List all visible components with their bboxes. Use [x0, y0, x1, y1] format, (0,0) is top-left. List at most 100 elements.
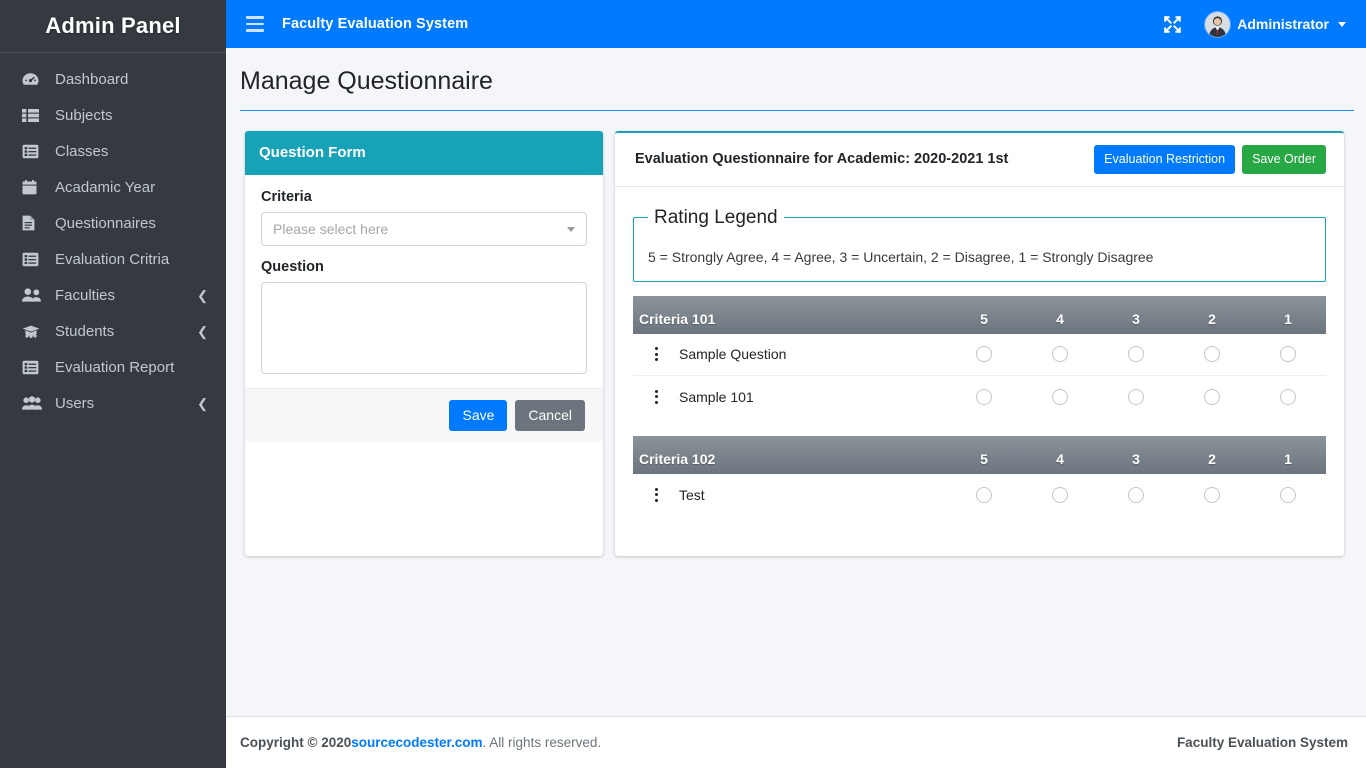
sidebar-item-users[interactable]: Users ❮ — [0, 385, 226, 421]
rating-radio[interactable] — [976, 346, 992, 363]
criteria-block: Criteria 102 5 4 3 2 1 Test — [633, 435, 1326, 516]
question-row: Sample Question — [633, 334, 1326, 376]
rating-cell[interactable] — [1098, 388, 1174, 405]
rating-column-header: 4 — [1056, 450, 1064, 467]
brand-title: Admin Panel — [45, 13, 181, 38]
chevron-left-icon: ❮ — [197, 395, 208, 411]
rating-radio[interactable] — [976, 388, 992, 405]
rating-radio[interactable] — [1204, 486, 1220, 503]
sidebar-item-classes[interactable]: Classes — [0, 133, 226, 169]
rating-cell[interactable] — [1022, 388, 1098, 405]
save-order-button[interactable]: Save Order — [1242, 145, 1326, 174]
chevron-left-icon: ❮ — [197, 287, 208, 303]
cancel-button[interactable]: Cancel — [515, 400, 585, 431]
criteria-label: Criteria — [261, 189, 312, 205]
question-row: Sample 101 — [633, 376, 1326, 418]
rating-radio[interactable] — [1280, 346, 1296, 363]
rating-radio[interactable] — [1128, 346, 1144, 363]
questionnaire-card: Evaluation Questionnaire for Academic: 2… — [615, 131, 1344, 556]
sidebar-item-label: Dashboard — [55, 70, 129, 88]
rating-column-header: 4 — [1056, 310, 1064, 327]
rating-cell[interactable] — [1250, 346, 1326, 363]
app-root: Admin Panel Dashboard Subjects Classes Acad… — [0, 0, 1366, 768]
rating-cell[interactable] — [1174, 486, 1250, 503]
page-title: Manage Questionnaire — [240, 67, 493, 95]
fullscreen-icon[interactable] — [1155, 7, 1189, 41]
criteria-select-placeholder: Please select here — [273, 221, 389, 237]
sidebar-nav: Dashboard Subjects Classes Acadamic Year Que… — [0, 53, 226, 421]
rating-column-header: 1 — [1284, 450, 1292, 467]
copyright-suffix: . All rights reserved. — [482, 735, 602, 750]
rating-radio[interactable] — [976, 486, 992, 503]
question-text: Sample 101 — [679, 388, 754, 405]
save-button[interactable]: Save — [449, 400, 508, 431]
criteria-name: Criteria 101 — [639, 310, 716, 327]
rating-cell[interactable] — [1098, 346, 1174, 363]
rating-radio[interactable] — [1128, 486, 1144, 503]
rating-column-header: 5 — [980, 450, 988, 467]
sidebar-item-faculties[interactable]: Faculties ❮ — [0, 277, 226, 313]
tachometer-icon — [22, 71, 44, 87]
rating-column-header: 5 — [980, 310, 988, 327]
evaluation-restriction-button[interactable]: Evaluation Restriction — [1094, 145, 1236, 174]
rating-radio[interactable] — [1128, 388, 1144, 405]
drag-handle-icon[interactable] — [647, 347, 665, 362]
sidebar-item-questionnaires[interactable]: Questionnaires — [0, 205, 226, 241]
question-form-body: Criteria Please select here Question — [245, 175, 603, 388]
sidebar-item-label: Acadamic Year — [55, 178, 156, 196]
page-footer: Copyright © 2020 sourcecodester.com . Al… — [226, 716, 1366, 768]
content-row: Question Form Criteria Please select her… — [226, 111, 1366, 556]
drag-handle-icon[interactable] — [647, 487, 665, 502]
chevron-down-icon — [1338, 21, 1346, 27]
list-alt-icon — [22, 143, 44, 159]
sidebar-item-acadamic-year[interactable]: Acadamic Year — [0, 169, 226, 205]
hamburger-icon[interactable] — [246, 16, 264, 32]
question-text-wrap: Test — [637, 487, 946, 503]
sidebar-item-subjects[interactable]: Subjects — [0, 97, 226, 133]
rating-cell[interactable] — [946, 346, 1022, 363]
rating-radio[interactable] — [1052, 486, 1068, 503]
rating-radio[interactable] — [1280, 486, 1296, 503]
rating-radio[interactable] — [1052, 388, 1068, 405]
rating-cell[interactable] — [946, 486, 1022, 503]
file-document-icon — [22, 215, 44, 231]
list-alt-icon — [22, 359, 44, 375]
sidebar-item-evaluation-report[interactable]: Evaluation Report — [0, 349, 226, 385]
rating-cell[interactable] — [1250, 486, 1326, 503]
sidebar-item-label: Faculties — [55, 286, 116, 304]
rating-cell[interactable] — [1250, 388, 1326, 405]
question-text-wrap: Sample 101 — [637, 389, 946, 405]
rating-cell[interactable] — [1022, 486, 1098, 503]
drag-handle-icon[interactable] — [647, 389, 665, 404]
rating-cell[interactable] — [1174, 388, 1250, 405]
rating-radio[interactable] — [1204, 388, 1220, 405]
sourcecodester-link[interactable]: sourcecodester.com — [351, 735, 482, 750]
sidebar-item-evaluation-critria[interactable]: Evaluation Critria — [0, 241, 226, 277]
question-form-footer: Save Cancel — [245, 388, 603, 442]
question-text: Test — [679, 486, 705, 503]
sidebar-item-label: Students — [55, 322, 115, 340]
sidebar-item-label: Users — [55, 394, 95, 412]
user-menu[interactable]: Administrator — [1205, 11, 1346, 37]
user-name: Administrator — [1237, 16, 1329, 32]
copyright-prefix: Copyright © 2020 — [240, 735, 352, 750]
question-form-title: Question Form — [259, 144, 366, 161]
sidebar-brand[interactable]: Admin Panel — [0, 0, 226, 53]
users-group-icon — [22, 395, 44, 411]
rating-cell[interactable] — [1022, 346, 1098, 363]
rating-cell[interactable] — [1098, 486, 1174, 503]
rating-radio[interactable] — [1204, 346, 1220, 363]
criteria-select[interactable]: Please select here — [261, 212, 587, 246]
rating-radio[interactable] — [1052, 346, 1068, 363]
sidebar-item-dashboard[interactable]: Dashboard — [0, 61, 226, 97]
criteria-header: Criteria 102 5 4 3 2 1 — [633, 435, 1326, 474]
rating-cell[interactable] — [946, 388, 1022, 405]
question-input[interactable] — [261, 282, 587, 374]
user-avatar — [1205, 11, 1231, 37]
rating-legend-title: Rating Legend — [654, 206, 778, 228]
rating-cell[interactable] — [1174, 346, 1250, 363]
rating-column-header: 2 — [1208, 310, 1216, 327]
sidebar-item-students[interactable]: Students ❮ — [0, 313, 226, 349]
rating-radio[interactable] — [1280, 388, 1296, 405]
